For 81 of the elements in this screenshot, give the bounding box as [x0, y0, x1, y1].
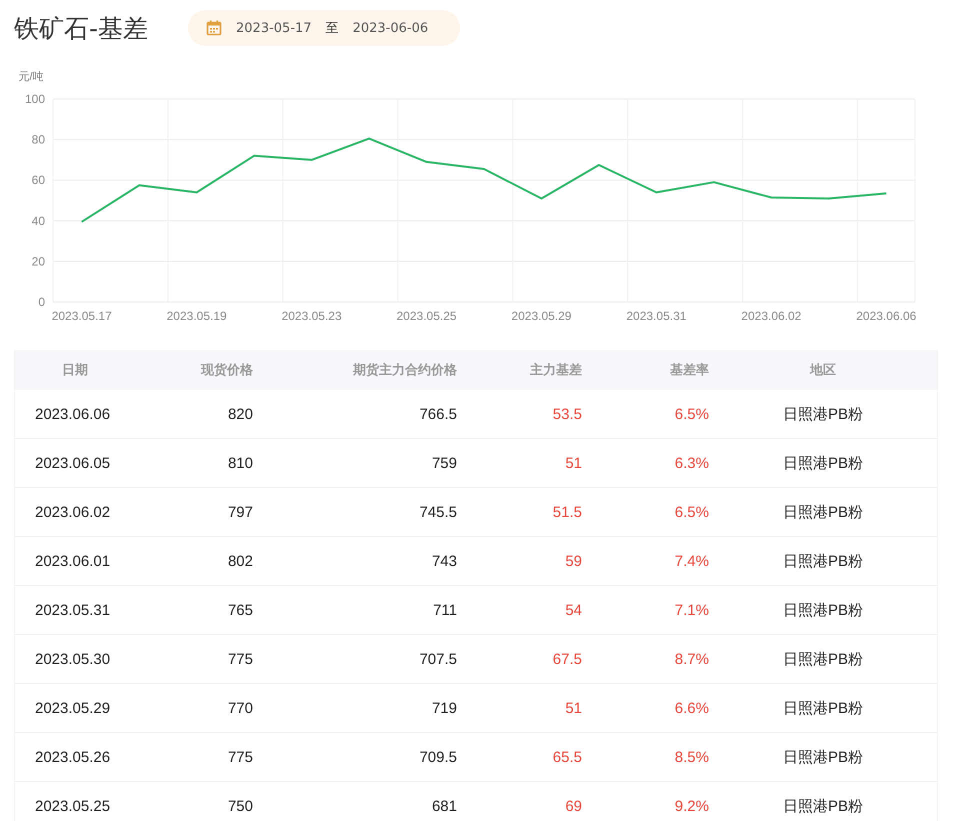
- x-tick-label: 2023.05.17: [52, 309, 112, 323]
- table-cell-text: 707.5: [418, 650, 458, 668]
- table-cell-text: 775: [226, 650, 254, 668]
- table-cell-text: 日照港PB粉: [782, 600, 864, 620]
- table-cell-text: 765: [226, 602, 254, 618]
- y-tick-label: 80: [32, 132, 45, 147]
- table-cell-text: 2023.05.25: [34, 798, 112, 814]
- x-tick-label: 2023.05.29: [511, 309, 572, 323]
- column-header: 现货价格: [200, 362, 254, 379]
- table-cell-text: 709.5: [418, 748, 458, 766]
- table-cell-text: 54: [564, 602, 583, 618]
- table-cell-text: 8.7%: [674, 650, 710, 668]
- x-tick-label: 2023.05.25: [396, 309, 457, 323]
- y-axis-label: 元/吨: [18, 71, 44, 83]
- table-cell-text: 6.5%: [674, 406, 710, 422]
- y-tick-label: 0: [38, 295, 45, 309]
- column-header: 地区: [808, 362, 837, 379]
- table-cell-text: 820: [226, 406, 254, 422]
- table-cell-text: 9.2%: [674, 798, 710, 814]
- table-cell-text: 6.5%: [674, 504, 710, 520]
- table-cell-text: 719: [430, 700, 458, 716]
- table-cell-text: 日照港PB粉: [782, 404, 864, 424]
- y-tick-label: 60: [32, 173, 45, 188]
- x-tick-label: 2023.05.19: [166, 309, 227, 323]
- table-cell-text: 810: [226, 454, 254, 472]
- table-cell-text: 59: [564, 552, 583, 570]
- table-cell-text: 日照港PB粉: [782, 454, 864, 472]
- table-cell-text: 7.1%: [674, 602, 710, 618]
- table-cell-text: 67.5: [552, 650, 583, 668]
- table-cell-text: 2023.06.01: [34, 552, 112, 570]
- column-header: 日期: [61, 362, 89, 379]
- table-cell-text: 51.5: [552, 504, 583, 520]
- table-cell-text: 750: [226, 798, 254, 814]
- table-cell-text: 743: [430, 552, 458, 570]
- start-date: 2023-05-17: [236, 20, 312, 36]
- table-cell-text: 6.6%: [674, 700, 710, 716]
- table-cell-text: 日照港PB粉: [782, 502, 864, 522]
- table-cell-text: 日照港PB粉: [782, 552, 864, 570]
- table-cell-text: 65.5: [552, 748, 583, 766]
- table-cell-text: 51: [564, 454, 583, 472]
- table-cell-text: 711: [432, 602, 458, 618]
- date-range-picker[interactable]: 2023-05-17 至 2023-06-06: [188, 10, 460, 46]
- table-cell-text: 日照港PB粉: [782, 748, 864, 766]
- table-cell-text: 745.5: [418, 504, 458, 520]
- calendar-icon: [206, 20, 222, 36]
- x-tick-label: 2023.05.31: [626, 309, 686, 323]
- table-cell-text: 69: [564, 798, 583, 814]
- range-separator: 至: [326, 20, 339, 37]
- x-tick-label: 2023.06.06: [856, 309, 916, 323]
- table-cell-text: 53.5: [552, 406, 583, 422]
- x-tick-label: 2023.06.02: [741, 309, 802, 323]
- column-header: 基差率: [669, 362, 710, 379]
- table-cell-text: 681: [430, 798, 458, 814]
- page-title: 铁矿石-基差: [14, 12, 150, 44]
- table-cell-text: 2023.06.06: [34, 406, 112, 422]
- table-cell-text: 7.4%: [674, 552, 710, 570]
- table-cell-text: 6.3%: [674, 454, 710, 472]
- table-cell-text: 802: [226, 552, 254, 570]
- table-cell-text: 8.5%: [674, 748, 710, 766]
- table-cell-text: 2023.05.26: [34, 748, 112, 766]
- end-date: 2023-06-06: [352, 20, 428, 36]
- table-cell-text: 日照港PB粉: [782, 650, 864, 668]
- table-cell-text: 766.5: [418, 406, 458, 422]
- y-tick-label: 20: [32, 254, 45, 268]
- table-cell-text: 2023.06.05: [34, 454, 112, 472]
- table-cell-text: 2023.06.02: [34, 504, 112, 520]
- table-cell-text: 775: [226, 748, 254, 766]
- table-cell-text: 日照港PB粉: [782, 698, 864, 718]
- table-cell-text: 日照港PB粉: [782, 796, 864, 816]
- table-cell-text: 770: [226, 700, 254, 716]
- table-cell-text: 759: [430, 454, 458, 472]
- y-tick-label: 100: [24, 92, 45, 106]
- column-header: 期货主力合约价格: [352, 362, 458, 379]
- y-tick-label: 40: [32, 214, 45, 228]
- column-header: 主力基差: [529, 362, 583, 379]
- table-cell-text: 2023.05.30: [34, 650, 112, 668]
- table-cell-text: 797: [226, 504, 254, 520]
- table-cell-text: 2023.05.29: [34, 700, 112, 716]
- table-cell-text: 51: [564, 700, 583, 716]
- table-cell-text: 2023.05.31: [34, 602, 112, 618]
- x-tick-label: 2023.05.23: [282, 309, 342, 323]
